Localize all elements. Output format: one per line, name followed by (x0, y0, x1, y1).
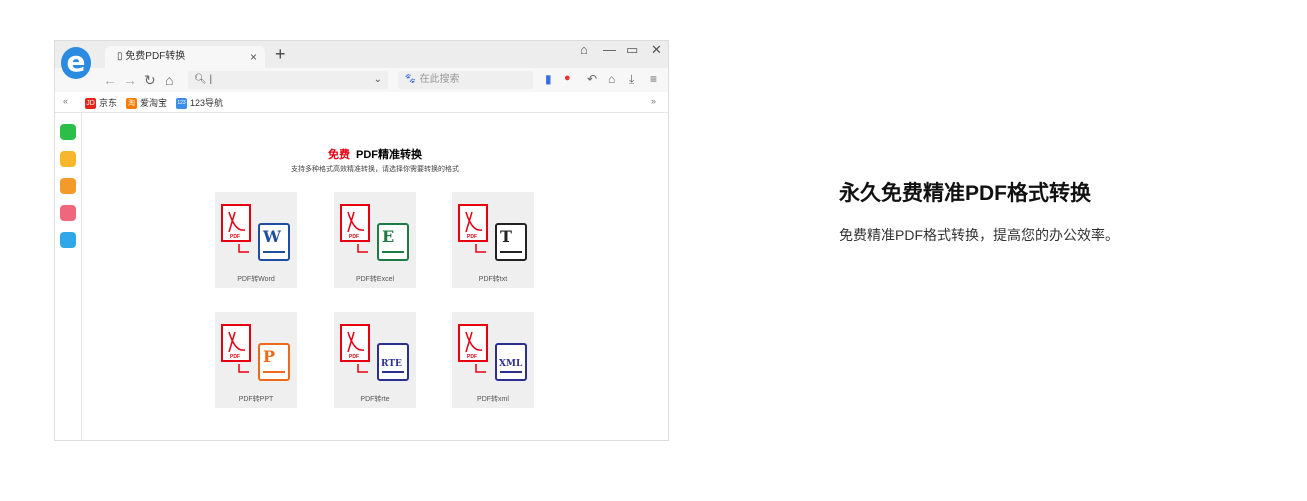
title-text: PDF精准转换 (356, 149, 422, 161)
new-tab-button[interactable]: + (275, 44, 286, 65)
expand-icon[interactable]: » (651, 96, 656, 106)
maximize-button[interactable]: ▭ (626, 42, 638, 58)
bookmark-jd[interactable]: JD 京东 (85, 96, 118, 110)
screen-icon[interactable] (60, 232, 76, 248)
card-label: PDF转Excel (355, 276, 395, 283)
browser-logo-icon: e (61, 47, 91, 79)
search-input[interactable]: 🐾︎ 在此搜索 (398, 71, 533, 89)
card-label: PDF转Word (237, 276, 275, 283)
title-highlight: 免费 (328, 149, 350, 161)
nav123-icon: 123 (176, 98, 187, 110)
conversion-icon: PDF W (221, 204, 290, 261)
svg-text:PDF: PDF (467, 234, 477, 240)
refresh-icon[interactable]: ↻ (144, 72, 156, 89)
card-label: PDF转txt (478, 276, 508, 283)
svg-text:XML: XML (499, 359, 523, 369)
svg-text:PDF: PDF (230, 234, 240, 240)
svg-text:RTE: RTE (381, 359, 402, 369)
card-label: PDF转rte (360, 396, 390, 403)
home-icon[interactable]: ⌂ (165, 72, 173, 88)
close-button[interactable]: ✕ (651, 42, 662, 58)
sidebar (55, 113, 82, 440)
tab-bar: e ▯ 免费PDF转换 × + ⌂ — ▭ ✕ (55, 41, 668, 79)
convert-card[interactable]: PDF RTE PDF转rte (334, 312, 416, 408)
minimize-button[interactable]: — (603, 42, 616, 57)
conversion-icon: PDF XML (458, 324, 527, 381)
notes-icon[interactable] (60, 151, 76, 167)
svg-text:PDF: PDF (230, 354, 240, 360)
translate-icon[interactable]: ▮ (545, 72, 552, 86)
menu-icon[interactable]: ≡ (650, 72, 657, 86)
svg-text:P: P (263, 347, 275, 366)
svg-text:PDF: PDF (349, 354, 359, 360)
search-placeholder: 在此搜索 (419, 74, 460, 85)
conversion-icon: PDF T (458, 204, 527, 261)
bookmark-label: 京东 (99, 98, 118, 108)
browser-window: e ▯ 免费PDF转换 × + ⌂ — ▭ ✕ ← → ↻ ⌂ 🔍︎ | ⌄ 🐾︎ … (54, 40, 669, 441)
promo-description: 免费精准PDF格式转换，提高您的办公效率。 (839, 227, 1119, 243)
bookmark-label: 123导航 (190, 98, 224, 108)
skin-icon[interactable]: ⌂ (580, 42, 588, 57)
convert-card[interactable]: PDF W PDF转Word (215, 192, 297, 288)
svg-text:T: T (500, 227, 512, 246)
page-title: 免费 PDF精准转换 (82, 146, 668, 162)
svg-text:PDF: PDF (467, 354, 477, 360)
pdf-icon[interactable]: ● (564, 72, 571, 84)
download-icon[interactable]: ⤓ (629, 72, 634, 87)
bookmark-label: 爱淘宝 (140, 98, 168, 108)
close-tab-icon[interactable]: × (250, 46, 257, 68)
convert-card[interactable]: PDF E PDF转Excel (334, 192, 416, 288)
page-content: 免费 PDF精准转换 支持多种格式高效精准转换，请选择你需要转换的格式 PDF W P… (82, 113, 668, 440)
bookmarks-bar: « JD 京东 淘爱淘宝 123 123导航 » (55, 92, 668, 113)
convert-card[interactable]: PDF P PDF转PPT (215, 312, 297, 408)
game-icon[interactable] (60, 205, 76, 221)
wechat-icon[interactable] (60, 124, 76, 140)
card-label: PDF转PPT (238, 396, 274, 403)
undo-icon[interactable]: ↶ (587, 72, 597, 86)
app-icon[interactable]: ⌂ (608, 72, 615, 86)
tab-active[interactable]: ▯ 免费PDF转换 × (105, 46, 265, 68)
forward-icon[interactable]: → (123, 72, 137, 88)
collapse-icon[interactable]: « (63, 96, 68, 106)
card-label: PDF转xml (477, 396, 509, 403)
promo: 永久免费精准PDF格式转换 免费精准PDF格式转换，提高您的办公效率。 (839, 177, 1119, 245)
conversion-icon: PDF RTE (340, 324, 409, 381)
dropdown-icon[interactable]: ⌄ (374, 71, 382, 89)
promo-title: 永久免费精准PDF格式转换 (839, 182, 1091, 205)
jd-icon: JD (85, 98, 96, 110)
convert-card[interactable]: PDF T PDF转txt (452, 192, 534, 288)
convert-card[interactable]: PDF XML PDF转xml (452, 312, 534, 408)
bookmark-123[interactable]: 123 123导航 (176, 96, 224, 110)
conversion-icon: PDF P (221, 324, 290, 381)
taobao-icon: 淘 (126, 98, 137, 110)
bookmark-taobao[interactable]: 淘爱淘宝 (126, 96, 168, 110)
conversion-icon: PDF E (340, 204, 409, 261)
back-icon[interactable]: ← (103, 72, 117, 88)
address-bar-row: ← → ↻ ⌂ 🔍︎ | ⌄ 🐾︎ 在此搜索 ▮ ● ↶ ⌂ ⤓ ≡ (55, 68, 668, 92)
page-subtitle: 支持多种格式高效精准转换，请选择你需要转换的格式 (291, 166, 459, 173)
svg-text:W: W (262, 227, 282, 246)
calculator-icon[interactable] (60, 178, 76, 194)
url-input[interactable]: 🔍︎ | ⌄ (188, 71, 388, 89)
tab-title: 免费PDF转换 (125, 51, 186, 62)
svg-text:PDF: PDF (349, 234, 359, 240)
svg-text:E: E (382, 227, 394, 246)
